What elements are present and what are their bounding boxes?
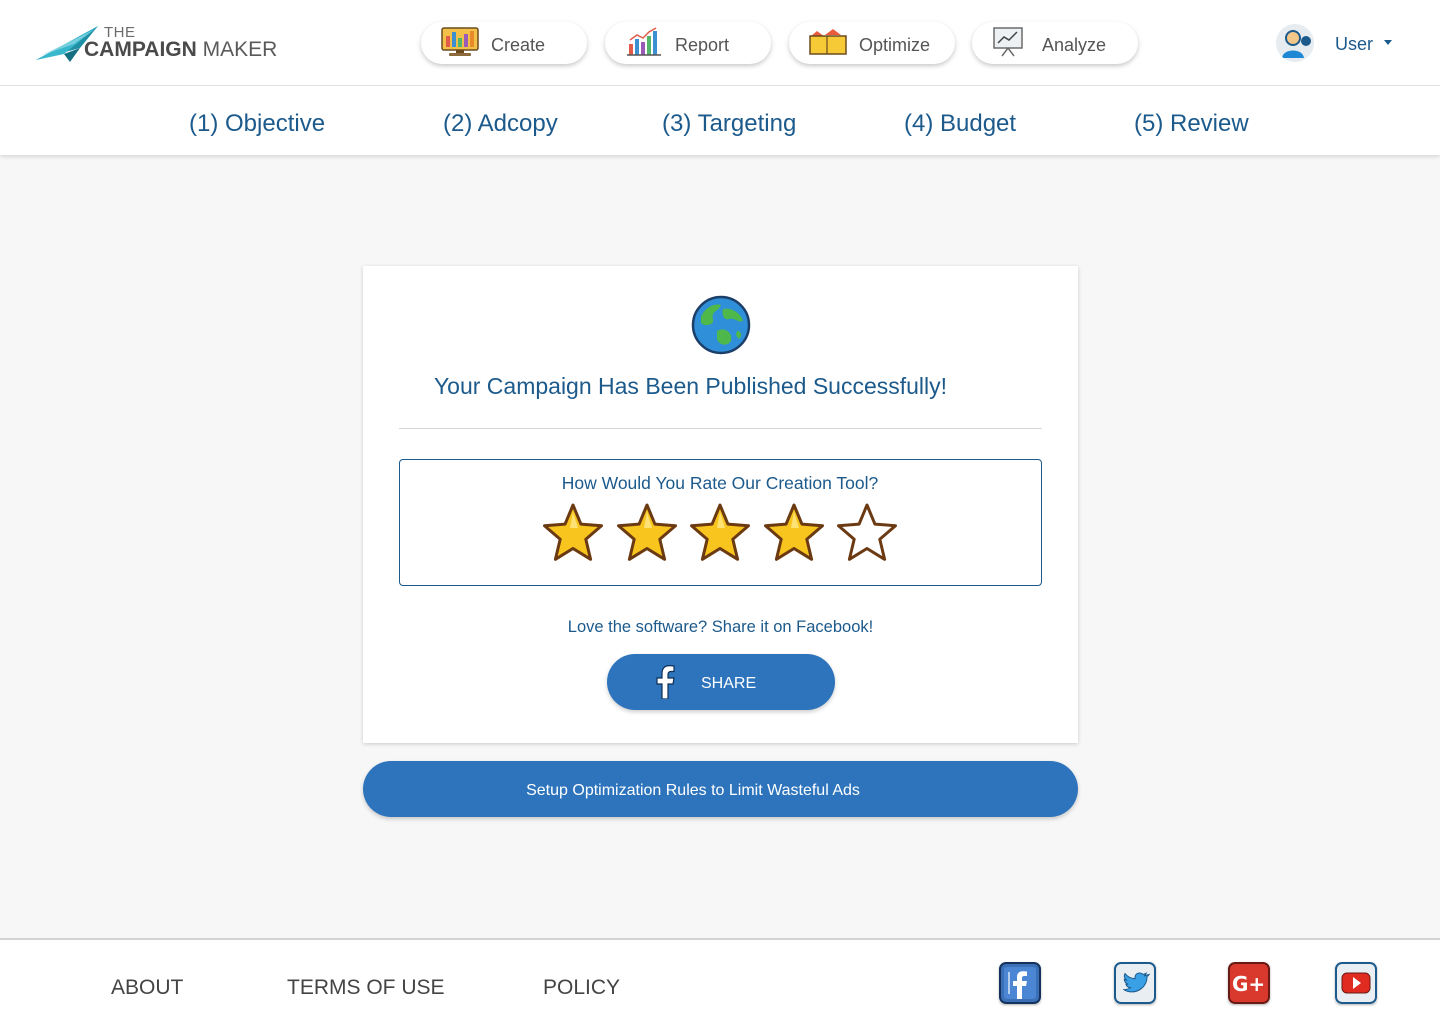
monitor-chart-icon [441, 27, 479, 56]
share-label: SHARE [701, 675, 757, 692]
footer-terms-link[interactable]: TERMS OF USE [287, 976, 445, 1000]
logo-name-text: CAMPAIGN MAKER [84, 38, 278, 61]
share-prompt: Love the software? Share it on Facebook! [567, 618, 874, 636]
divider [399, 428, 1042, 429]
step-budget[interactable]: (4) Budget [904, 110, 1016, 138]
star-empty-icon[interactable] [834, 502, 900, 566]
wizard-steps: (1) Objective (2) Adcopy (3) Targeting (… [0, 86, 1440, 155]
nav-analyze-button[interactable]: Analyze [972, 22, 1138, 64]
nav-report-button[interactable]: Report [605, 22, 771, 64]
setup-optimization-rules-button[interactable]: Setup Optimization Rules to Limit Wastef… [363, 761, 1078, 817]
twitter-icon[interactable] [1114, 962, 1156, 1004]
top-navigation-bar: THE CAMPAIGN MAKER Create Report Optimiz… [0, 0, 1440, 86]
rating-question: How Would You Rate Our Creation Tool? [561, 473, 879, 493]
setup-optimization-rules-label: Setup Optimization Rules to Limit Wastef… [526, 782, 860, 799]
svg-text:G+: G+ [1232, 972, 1265, 996]
user-avatar-icon [1276, 24, 1314, 62]
step-review[interactable]: (5) Review [1134, 110, 1249, 138]
rating-box: How Would You Rate Our Creation Tool? [399, 459, 1042, 586]
star-filled-icon[interactable] [614, 502, 680, 566]
nav-create-label: Create [491, 35, 546, 55]
globe-icon [691, 295, 751, 355]
campaign-maker-logo[interactable]: THE CAMPAIGN MAKER [34, 22, 304, 66]
star-filled-icon[interactable] [540, 502, 606, 566]
google-plus-icon[interactable]: G+ [1228, 962, 1270, 1004]
folders-icon [809, 29, 847, 55]
user-name: User [1335, 34, 1374, 54]
facebook-f-icon [656, 665, 675, 699]
youtube-icon[interactable] [1335, 962, 1377, 1004]
facebook-icon[interactable] [999, 962, 1041, 1004]
step-adcopy[interactable]: (2) Adcopy [443, 110, 558, 138]
publish-success-card: Your Campaign Has Been Published Success… [363, 266, 1078, 743]
step-objective[interactable]: (1) Objective [189, 110, 325, 138]
presentation-chart-icon [993, 27, 1023, 57]
nav-report-label: Report [675, 35, 730, 55]
user-menu[interactable]: User [1276, 24, 1406, 64]
nav-create-button[interactable]: Create [421, 22, 587, 64]
bar-chart-icon [627, 27, 661, 56]
footer: ABOUT TERMS OF USE POLICY G+ [0, 938, 1440, 1024]
step-targeting[interactable]: (3) Targeting [662, 110, 796, 138]
star-filled-icon[interactable] [761, 502, 827, 566]
footer-policy-link[interactable]: POLICY [543, 976, 620, 1000]
footer-about-link[interactable]: ABOUT [111, 976, 183, 1000]
star-filled-icon[interactable] [687, 502, 753, 566]
star-rating[interactable] [540, 502, 910, 566]
nav-optimize-button[interactable]: Optimize [789, 22, 955, 64]
caret-down-icon [1384, 40, 1392, 45]
facebook-share-button[interactable]: SHARE [607, 654, 835, 710]
nav-analyze-label: Analyze [1042, 35, 1107, 55]
success-title: Your Campaign Has Been Published Success… [433, 373, 948, 399]
nav-optimize-label: Optimize [859, 35, 931, 55]
